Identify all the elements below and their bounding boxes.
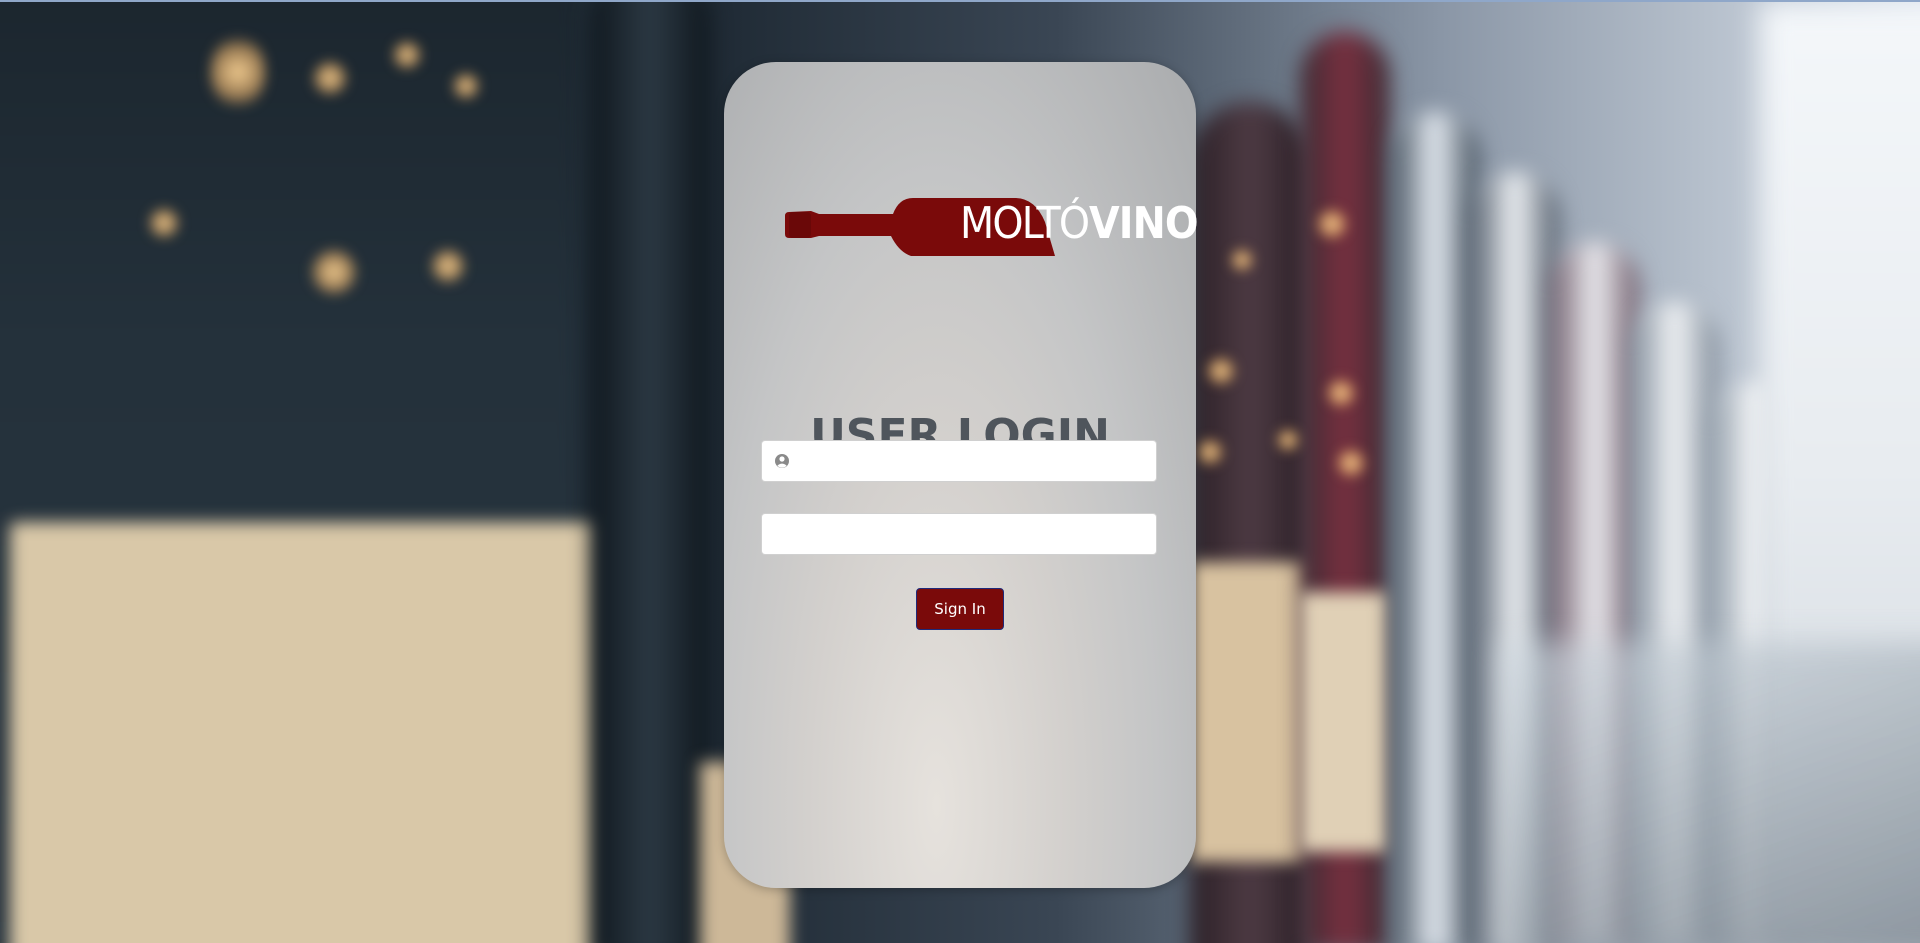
username-field[interactable] — [761, 440, 1157, 482]
username-input[interactable] — [798, 441, 1148, 481]
logo-text-vino: VINO — [1089, 198, 1198, 249]
login-card: MOLTÓ VINO USER LOGIN Sign In — [724, 62, 1198, 888]
password-field[interactable] — [761, 513, 1157, 555]
window-top-border — [0, 0, 1920, 2]
logo-text-molto: MOLTÓ — [960, 198, 1090, 249]
password-input[interactable] — [772, 514, 1148, 554]
sign-in-button[interactable]: Sign In — [916, 588, 1004, 630]
moltovino-logo: MOLTÓ VINO — [783, 186, 1198, 266]
user-circle-icon — [775, 454, 789, 468]
